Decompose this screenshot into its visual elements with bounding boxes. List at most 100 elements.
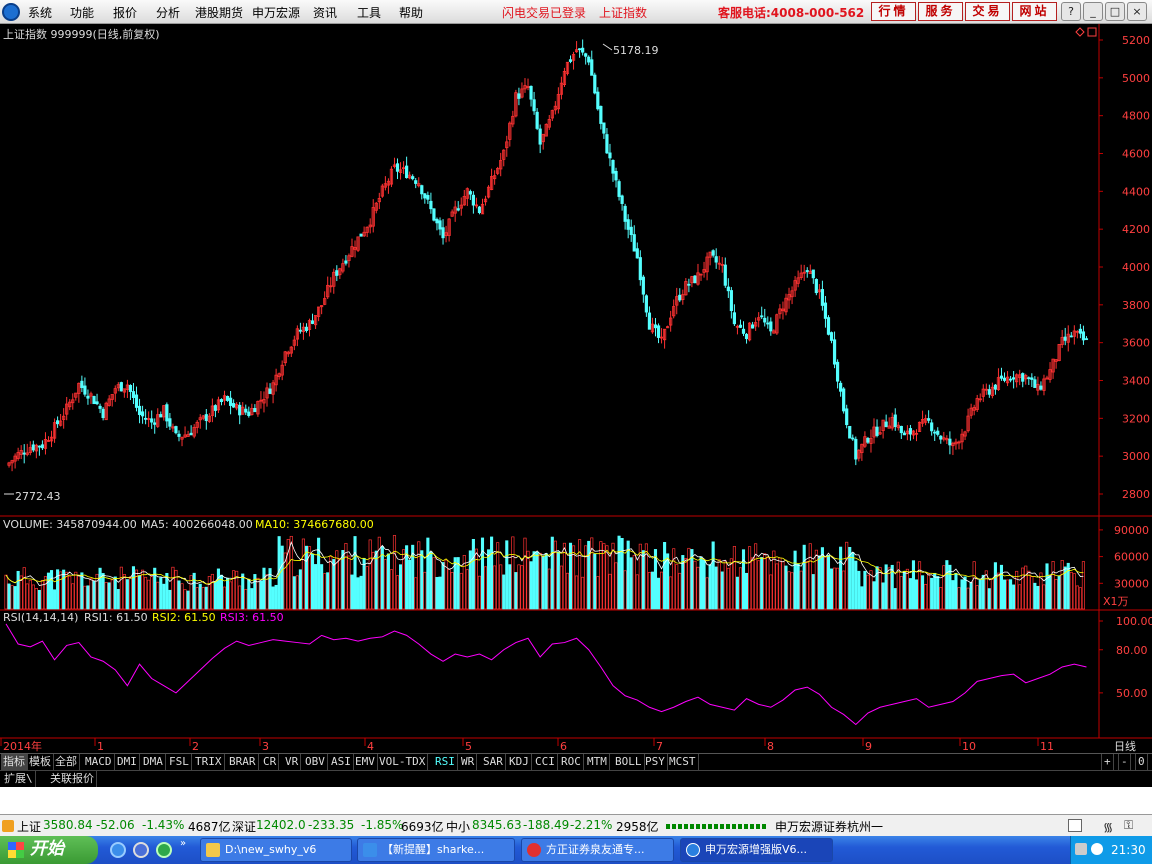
tab-kdj[interactable]: KDJ	[507, 754, 532, 770]
volume-bar	[1012, 584, 1016, 610]
volume-bar	[289, 535, 293, 610]
task-swhy[interactable]: 申万宏源增强版V6...	[680, 838, 833, 862]
restore-button[interactable]: □	[1105, 2, 1125, 21]
candle-body	[993, 384, 998, 390]
tab-roc[interactable]: ROC	[559, 754, 584, 770]
signal-icon[interactable]: ᯾	[1103, 818, 1113, 835]
windows-taskbar: 开始 » D:\new_swhy_v6 【新提醒】sharke... 方正证券泉…	[0, 836, 1152, 864]
tab-cci[interactable]: CCI	[533, 754, 558, 770]
menu-system[interactable]: 系统	[28, 4, 52, 21]
tab-rsi[interactable]: RSI	[433, 754, 458, 770]
volume-bar	[836, 567, 840, 610]
tab-macd[interactable]: MACD	[83, 754, 115, 770]
candle-body	[344, 260, 348, 264]
ie-icon[interactable]	[110, 842, 126, 858]
menu-hk-futures[interactable]: 港股期货	[195, 4, 243, 21]
month-label: 9	[865, 740, 872, 753]
menu-tools[interactable]: 工具	[357, 4, 381, 21]
volume-bar	[83, 585, 87, 610]
tab-wr[interactable]: WR	[459, 754, 478, 770]
volume-bar	[933, 572, 937, 610]
tab-sar[interactable]: SAR	[481, 754, 506, 770]
candle-body	[744, 333, 749, 340]
candle-body	[1039, 385, 1043, 390]
task-fangzheng[interactable]: 方正证券泉友通专...	[521, 838, 674, 862]
menu-bar: 系统 功能 报价 分析 港股期货 申万宏源 资讯 工具 帮助 闪电交易已登录 上…	[0, 0, 1152, 24]
tab-mcst[interactable]: MCST	[667, 754, 699, 770]
volume-bar	[204, 586, 208, 610]
menu-help[interactable]: 帮助	[399, 4, 423, 21]
green-app-icon[interactable]	[156, 842, 172, 858]
menu-info[interactable]: 资讯	[313, 4, 337, 21]
menu-function[interactable]: 功能	[70, 4, 94, 21]
tab-trix[interactable]: TRIX	[193, 754, 225, 770]
tab-obv[interactable]: OBV	[303, 754, 328, 770]
tab-control-minus[interactable]: -	[1118, 754, 1131, 770]
minimize-button[interactable]: _	[1083, 2, 1103, 21]
lock-icon[interactable]: ⚿	[1124, 818, 1133, 833]
period-label[interactable]: 日线	[1114, 738, 1136, 754]
website-button[interactable]: 网站	[1012, 2, 1057, 21]
candle-body	[638, 257, 642, 281]
quote-bar-icon[interactable]	[2, 820, 14, 832]
candle-body	[653, 324, 658, 329]
close-button[interactable]: ×	[1127, 2, 1147, 21]
tab-dma[interactable]: DMA	[141, 754, 166, 770]
task-folder[interactable]: D:\new_swhy_v6	[200, 838, 352, 862]
tab--0[interactable]: 指标	[1, 754, 28, 770]
clock[interactable]: 21:30	[1111, 836, 1146, 864]
tab-boll[interactable]: BOLL	[613, 754, 645, 770]
candle-body	[204, 414, 208, 421]
tab--1[interactable]: 模板	[27, 754, 54, 770]
volume-bar	[945, 560, 949, 610]
tab-cr[interactable]: CR	[261, 754, 280, 770]
kline-chart[interactable]: 5200 5000 4800 4600 4400 4200 4000 3800 3600 3400…	[0, 24, 1152, 754]
app-logo-icon[interactable]	[2, 3, 20, 21]
tab-fsl[interactable]: FSL	[167, 754, 192, 770]
tab-mtm[interactable]: MTM	[585, 754, 610, 770]
menu-analysis[interactable]: 分析	[156, 4, 180, 21]
trade-button[interactable]: 交易	[965, 2, 1010, 21]
volume-bar	[198, 583, 202, 610]
task-fangzheng-label: 方正证券泉友通专...	[546, 843, 645, 856]
start-button[interactable]: 开始	[0, 836, 98, 864]
volume-bar	[939, 587, 943, 610]
tab-psy[interactable]: PSY	[643, 754, 668, 770]
tab-extend[interactable]: 扩展\	[2, 771, 36, 787]
menu-quote[interactable]: 报价	[113, 4, 137, 21]
panel-toggle-icon[interactable]	[1068, 819, 1082, 832]
tab-related-quotes[interactable]: 关联报价	[48, 771, 97, 787]
tab-asi[interactable]: ASI	[329, 754, 354, 770]
volume-bar	[957, 587, 961, 610]
volume-bar	[1048, 575, 1052, 610]
menu-swhy[interactable]: 申万宏源	[252, 4, 300, 21]
tab-control-plus[interactable]: +	[1101, 754, 1114, 770]
candle-body	[611, 159, 615, 174]
quote-button[interactable]: 行情	[871, 2, 916, 21]
tab-control-zero[interactable]: 0	[1135, 754, 1148, 770]
browser-icon[interactable]	[133, 842, 149, 858]
chart-area[interactable]: 5200 5000 4800 4600 4400 4200 4000 3800 3600 3400…	[0, 24, 1152, 754]
price-tick-label: 2800	[1122, 488, 1150, 501]
task-forum[interactable]: 【新提醒】sharke...	[357, 838, 515, 862]
help-window-button[interactable]: ?	[1061, 2, 1081, 21]
candle-body	[86, 395, 90, 399]
diamond-icon	[1075, 27, 1085, 37]
tab-dmi[interactable]: DMI	[115, 754, 140, 770]
tab-brar[interactable]: BRAR	[227, 754, 259, 770]
candle-body	[614, 170, 618, 181]
volume-bar	[183, 589, 187, 610]
quote-zx-change: -188.49	[523, 818, 570, 832]
volume-bar	[98, 567, 102, 610]
service-button[interactable]: 服务	[918, 2, 963, 21]
tab-emv[interactable]: EMV	[353, 754, 378, 770]
tray-app-icon[interactable]	[1075, 843, 1087, 855]
candle-body	[826, 317, 831, 335]
tab-vr[interactable]: VR	[283, 754, 302, 770]
quicklaunch-expand-icon[interactable]: »	[180, 838, 196, 854]
tray-shield-icon[interactable]	[1091, 843, 1103, 855]
candle-body	[933, 431, 937, 434]
candle-body	[854, 438, 858, 460]
tab--2[interactable]: 全部	[53, 754, 80, 770]
tab-voltdx[interactable]: VOL-TDX	[377, 754, 429, 770]
